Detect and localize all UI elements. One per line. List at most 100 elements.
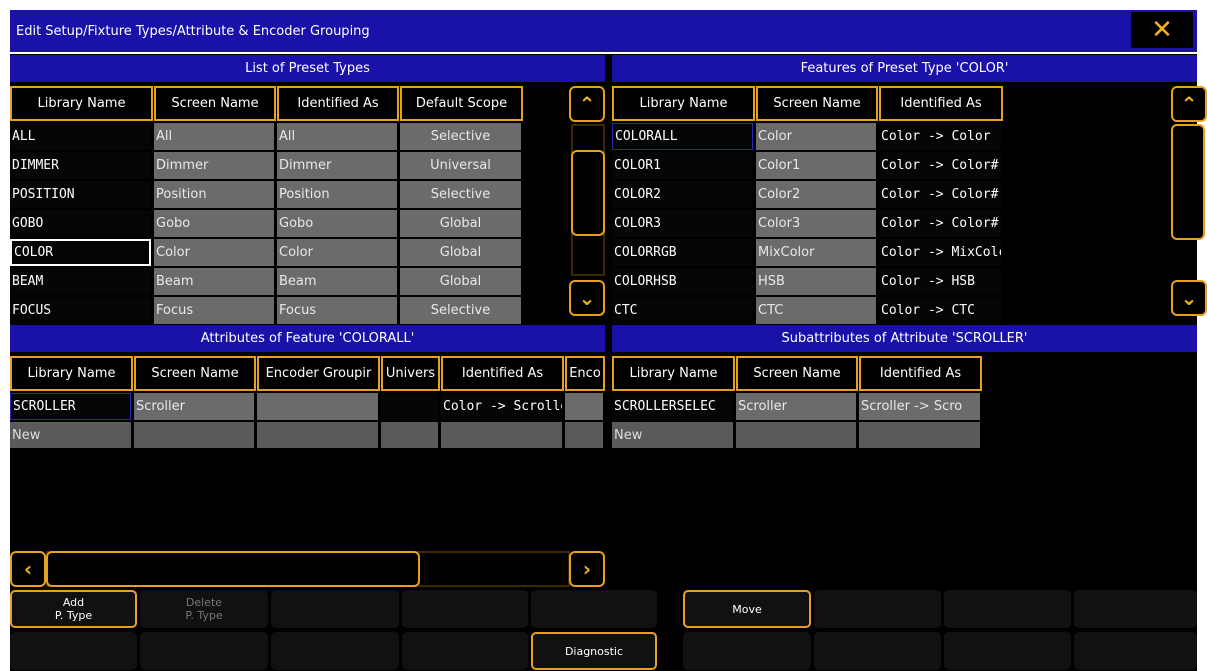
preset-scroll-thumb[interactable] [571,150,605,236]
empty-button-9[interactable] [271,632,399,670]
table-cell[interactable]: Gobo [154,210,274,237]
table-cell[interactable]: Beam [277,268,397,295]
attr-scroll-left-button[interactable]: ‹ [10,551,46,587]
diagnostic-button[interactable]: Diagnostic [531,632,657,670]
table-cell[interactable]: Gobo [277,210,397,237]
table-cell[interactable]: COLORALL [612,123,753,150]
table-cell[interactable] [257,393,378,420]
column-header[interactable]: Univers [381,356,440,391]
table-cell[interactable]: Dimmer [154,152,274,179]
empty-button-5[interactable] [944,590,1071,628]
empty-button-14[interactable] [1074,632,1197,670]
column-header[interactable]: Identified As [441,356,564,391]
table-cell[interactable]: Scroller -> Scro [859,393,980,420]
table-cell[interactable]: Position [277,181,397,208]
table-cell[interactable]: POSITION [10,181,151,208]
table-cell[interactable]: GOBO [10,210,151,237]
new-row-cell[interactable]: New [10,422,131,448]
column-header[interactable]: Encoder Groupir [257,356,380,391]
features-scroll-up-button[interactable]: ⌃ [1171,86,1207,122]
delete-preset-type-button[interactable]: Delete P. Type [140,590,268,628]
empty-button-2[interactable] [402,590,528,628]
table-cell[interactable]: Color -> HSB [879,268,1001,295]
column-header[interactable]: Screen Name [736,356,858,391]
table-cell[interactable]: Color -> Color# [879,152,1001,179]
table-cell[interactable]: COLOR3 [612,210,753,237]
new-row-empty-cell[interactable] [381,422,438,448]
table-cell[interactable]: SCROLLERSELEC [612,393,733,420]
table-cell[interactable]: Color [154,239,274,266]
table-cell[interactable]: Beam [154,268,274,295]
table-cell[interactable]: Color2 [756,181,876,208]
new-row-cell[interactable]: New [612,422,733,448]
column-header[interactable]: Identified As [879,86,1003,121]
preset-scroll-up-button[interactable]: ⌃ [569,86,605,122]
table-cell[interactable] [381,393,438,420]
table-cell[interactable]: Selective [400,181,521,208]
column-header[interactable]: Enco [565,356,605,391]
column-header[interactable]: Library Name [612,86,755,121]
table-cell[interactable]: ALL [10,123,151,150]
table-cell[interactable]: Color [277,239,397,266]
new-row-empty-cell[interactable] [859,422,980,448]
table-cell[interactable]: Global [400,210,521,237]
table-cell[interactable]: Focus [154,297,274,324]
attr-hscroll-thumb[interactable] [46,551,420,587]
table-cell[interactable]: CTC [612,297,753,324]
table-cell[interactable]: BEAM [10,268,151,295]
table-cell[interactable]: Color -> Scroller [441,393,562,420]
table-cell[interactable]: COLORRGB [612,239,753,266]
empty-button-7[interactable] [10,632,137,670]
table-cell[interactable]: SCROLLER [10,393,131,420]
features-scroll-down-button[interactable]: ⌄ [1171,280,1207,316]
table-cell[interactable]: HSB [756,268,876,295]
empty-button-11[interactable] [683,632,811,670]
table-cell[interactable]: COLOR1 [612,152,753,179]
new-row-empty-cell[interactable] [565,422,603,448]
column-header[interactable]: Screen Name [154,86,276,121]
table-cell[interactable]: Color [756,123,876,150]
table-cell[interactable]: All [154,123,274,150]
table-cell[interactable]: All [277,123,397,150]
column-header[interactable]: Library Name [10,356,133,391]
table-cell[interactable]: Scroller [134,393,254,420]
column-header[interactable]: Library Name [612,356,735,391]
table-cell[interactable]: FOCUS [10,297,151,324]
table-cell[interactable]: Dimmer [277,152,397,179]
column-header[interactable]: Screen Name [756,86,878,121]
new-row-empty-cell[interactable] [257,422,378,448]
empty-button-12[interactable] [814,632,941,670]
column-header[interactable]: Screen Name [134,356,256,391]
table-cell[interactable]: MixColor [756,239,876,266]
add-preset-type-button[interactable]: Add P. Type [10,590,137,628]
table-cell[interactable]: Universal [400,152,521,179]
table-cell[interactable]: Color -> MixColc [879,239,1001,266]
preset-scroll-down-button[interactable]: ⌄ [569,280,605,316]
table-cell[interactable]: CTC [756,297,876,324]
table-cell[interactable]: Color -> CTC [879,297,1001,324]
column-header[interactable]: Default Scope [400,86,523,121]
column-header[interactable]: Library Name [10,86,153,121]
empty-button-10[interactable] [402,632,528,670]
table-cell[interactable]: COLORHSB [612,268,753,295]
new-row-empty-cell[interactable] [441,422,562,448]
table-cell[interactable]: Focus [277,297,397,324]
new-row-empty-cell[interactable] [736,422,856,448]
table-cell[interactable]: COLOR2 [612,181,753,208]
column-header[interactable]: Identified As [859,356,982,391]
empty-button-6[interactable] [1074,590,1197,628]
column-header[interactable]: Identified As [277,86,399,121]
new-row-empty-cell[interactable] [134,422,254,448]
table-cell[interactable]: Selective [400,123,521,150]
empty-button-13[interactable] [944,632,1071,670]
table-cell[interactable]: Global [400,268,521,295]
features-scroll-thumb[interactable] [1171,124,1205,240]
table-cell[interactable]: Color1 [756,152,876,179]
move-button[interactable]: Move [683,590,811,628]
table-cell[interactable]: Color -> Color [879,123,1001,150]
table-cell[interactable] [565,393,603,420]
close-button[interactable]: ✕ [1131,12,1193,48]
table-cell[interactable]: Global [400,239,521,266]
empty-button-8[interactable] [140,632,268,670]
table-cell[interactable]: Scroller [736,393,856,420]
